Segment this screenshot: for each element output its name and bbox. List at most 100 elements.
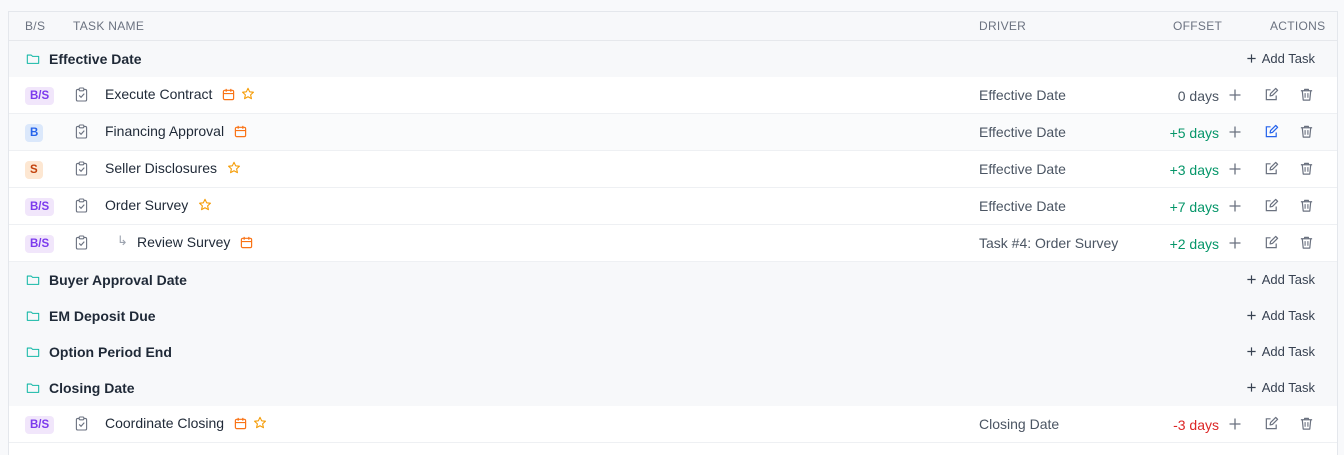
clipboard-icon	[75, 124, 89, 140]
plus-icon	[1246, 346, 1257, 357]
calendar-icon	[234, 125, 247, 138]
task-row: B/S Order Survey Effective Date +7 days	[9, 188, 1337, 225]
header-offset: OFFSET	[1173, 19, 1223, 33]
subtask-arrow-icon: ↳	[117, 233, 128, 248]
trash-icon[interactable]	[1299, 161, 1315, 177]
task-flags	[234, 125, 247, 138]
task-row: ↳ B/S Review Survey Task #4: Order Survey +2…	[9, 225, 1337, 262]
offset-value: 0 days	[1177, 88, 1219, 104]
edit-icon[interactable]	[1264, 161, 1280, 177]
clipboard-icon	[75, 416, 89, 432]
edit-icon[interactable]	[1264, 87, 1280, 103]
calendar-icon	[222, 88, 235, 101]
folder-icon	[26, 273, 40, 287]
task-row: B/S Execute Contract Effective Date 0 days	[9, 77, 1337, 114]
folder-icon	[26, 381, 40, 395]
header-task-name: TASK NAME	[73, 19, 145, 33]
add-task-button[interactable]: Add Task	[1246, 344, 1315, 359]
driver-cell: Task #4: Order Survey	[979, 235, 1119, 251]
driver-cell: Effective Date	[979, 124, 1066, 140]
group-title: Option Period End	[49, 344, 172, 360]
add-offset-button[interactable]	[1228, 88, 1244, 104]
side-badge: B/S	[25, 198, 55, 216]
group-title: Effective Date	[49, 51, 142, 67]
trash-icon[interactable]	[1299, 416, 1315, 432]
plus-icon	[1246, 53, 1257, 64]
group-row: Option Period End Add Task	[9, 334, 1337, 370]
task-name[interactable]: Coordinate Closing	[105, 415, 224, 431]
group-row: Closing Date Add Task	[9, 370, 1337, 406]
task-flags	[198, 198, 212, 212]
task-name-cell: Financing Approval	[105, 123, 247, 139]
plus-icon	[1246, 382, 1257, 393]
task-flags	[227, 161, 241, 175]
add-task-button[interactable]: Add Task	[1246, 272, 1315, 287]
task-name-cell: Coordinate Closing	[105, 415, 267, 431]
add-task-button[interactable]: Add Task	[1246, 308, 1315, 323]
star-icon	[241, 87, 255, 101]
add-task-label: Add Task	[1261, 380, 1315, 395]
add-task-label: Add Task	[1261, 51, 1315, 66]
side-badge: B	[25, 124, 44, 142]
offset-value: +5 days	[1169, 125, 1219, 141]
task-name[interactable]: Review Survey	[137, 234, 230, 250]
task-flags	[222, 87, 255, 101]
edit-icon[interactable]	[1264, 235, 1280, 251]
add-offset-button[interactable]	[1228, 162, 1244, 178]
trash-icon[interactable]	[1299, 124, 1315, 140]
trash-icon[interactable]	[1299, 235, 1315, 251]
header-driver: DRIVER	[979, 19, 1027, 33]
task-row: B Financing Approval Effective Date +5 days	[9, 114, 1337, 151]
star-icon	[227, 161, 241, 175]
folder-icon	[26, 52, 40, 66]
trash-icon[interactable]	[1299, 87, 1315, 103]
driver-cell: Effective Date	[979, 87, 1066, 103]
folder-icon	[26, 345, 40, 359]
table-header: B/S TASK NAME DRIVER OFFSET ACTIONS	[9, 12, 1337, 41]
side-badge: B/S	[25, 235, 55, 253]
add-task-label: Add Task	[1261, 344, 1315, 359]
offset-value: -3 days	[1173, 417, 1219, 433]
task-name[interactable]: Order Survey	[105, 197, 188, 213]
clipboard-icon	[75, 235, 89, 251]
group-row: EM Deposit Due Add Task	[9, 298, 1337, 334]
calendar-icon	[234, 417, 247, 430]
task-table: B/S TASK NAME DRIVER OFFSET ACTIONS Effe…	[8, 11, 1338, 455]
task-row: B/S Coordinate Closing Closing Date -3 days	[9, 406, 1337, 443]
task-flags	[234, 416, 267, 430]
task-name[interactable]: Seller Disclosures	[105, 160, 217, 176]
header-bs: B/S	[25, 19, 46, 33]
add-task-button[interactable]: Add Task	[1246, 380, 1315, 395]
add-task-button[interactable]: Add Task	[1246, 51, 1315, 66]
driver-cell: Effective Date	[979, 161, 1066, 177]
clipboard-icon	[75, 87, 89, 103]
offset-value: +2 days	[1169, 236, 1219, 252]
add-offset-button[interactable]	[1228, 125, 1244, 141]
task-name[interactable]: Financing Approval	[105, 123, 224, 139]
add-task-label: Add Task	[1261, 272, 1315, 287]
add-task-label: Add Task	[1261, 308, 1315, 323]
task-flags	[240, 236, 253, 249]
task-name-cell: Review Survey	[137, 234, 253, 250]
side-badge: B/S	[25, 416, 55, 434]
add-offset-button[interactable]	[1228, 199, 1244, 215]
offset-value: +7 days	[1169, 199, 1219, 215]
group-title: Closing Date	[49, 380, 135, 396]
edit-icon[interactable]	[1264, 124, 1280, 140]
group-row: Effective Date Add Task	[9, 41, 1337, 77]
add-offset-button[interactable]	[1228, 236, 1244, 252]
group-title: Buyer Approval Date	[49, 272, 187, 288]
task-name-cell: Execute Contract	[105, 86, 255, 102]
task-name-cell: Order Survey	[105, 197, 212, 213]
edit-icon[interactable]	[1264, 416, 1280, 432]
task-name[interactable]: Execute Contract	[105, 86, 212, 102]
calendar-icon	[240, 236, 253, 249]
star-icon	[253, 416, 267, 430]
edit-icon[interactable]	[1264, 198, 1280, 214]
side-badge: S	[25, 161, 43, 179]
add-offset-button[interactable]	[1228, 417, 1244, 433]
trash-icon[interactable]	[1299, 198, 1315, 214]
task-row: S Seller Disclosures Effective Date +3 days	[9, 151, 1337, 188]
offset-value: +3 days	[1169, 162, 1219, 178]
plus-icon	[1246, 274, 1257, 285]
